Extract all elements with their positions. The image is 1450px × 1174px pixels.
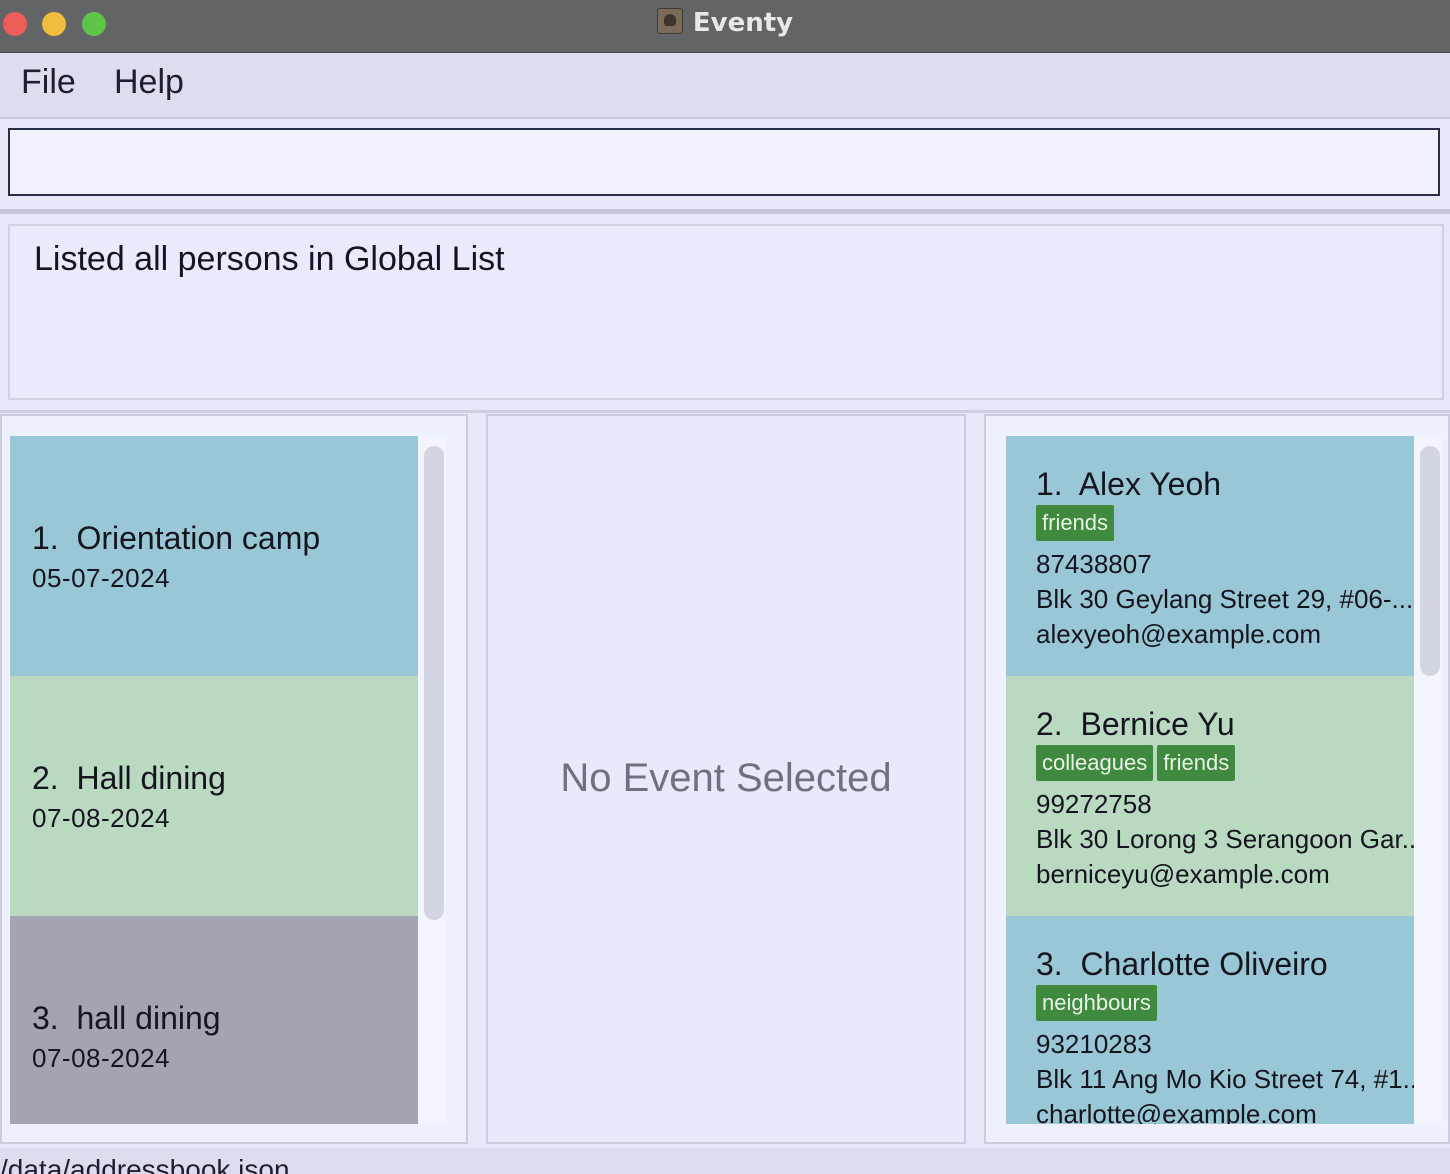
person-address: Blk 30 Lorong 3 Serangoon Gar... — [1036, 824, 1414, 854]
save-file-path: /data/addressbook.json — [0, 1154, 290, 1174]
person-card[interactable]: 2. Bernice Yu colleagues friends 99272758… — [1006, 676, 1414, 916]
command-area — [0, 119, 1450, 211]
result-display: Listed all persons in Global List — [8, 224, 1444, 400]
event-date: 05-07-2024 — [32, 563, 170, 593]
tag: friends — [1036, 505, 1115, 541]
person-address: Blk 30 Geylang Street 29, #06-... — [1036, 584, 1414, 614]
menu-bar: File Help — [0, 53, 1450, 119]
divider — [0, 410, 1450, 413]
event-list-panel: 1. Orientation camp 05-07-2024 2. Hall d… — [0, 414, 468, 1144]
event-card[interactable]: 1. Orientation camp 05-07-2024 — [10, 436, 418, 676]
menu-help[interactable]: Help — [114, 63, 184, 102]
scrollbar-thumb[interactable] — [424, 446, 444, 920]
person-name: 3. Charlotte Oliveiro — [1036, 946, 1328, 982]
tag-list: neighbours — [1036, 985, 1414, 1025]
event-title: 3. hall dining — [32, 1000, 221, 1036]
tag: neighbours — [1036, 985, 1157, 1021]
window-title-group: Eventy — [0, 8, 1450, 38]
person-address: Blk 11 Ang Mo Kio Street 74, #1... — [1036, 1064, 1414, 1094]
result-message: Listed all persons in Global List — [34, 240, 505, 278]
event-date: 07-08-2024 — [32, 803, 170, 833]
window-titlebar: Eventy — [0, 0, 1450, 53]
status-bar: /data/addressbook.json — [0, 1148, 1450, 1174]
person-list-scrollbar[interactable] — [1414, 436, 1442, 1124]
event-list-scrollbar[interactable] — [418, 436, 446, 1124]
tag-list: colleagues friends — [1036, 745, 1414, 785]
app-icon — [656, 8, 683, 34]
person-list[interactable]: 1. Alex Yeoh friends 87438807 Blk 30 Gey… — [1006, 436, 1414, 1124]
person-name: 1. Alex Yeoh — [1036, 466, 1222, 502]
person-list-panel: 1. Alex Yeoh friends 87438807 Blk 30 Gey… — [984, 414, 1450, 1144]
no-event-selected-label: No Event Selected — [560, 756, 892, 800]
menu-file[interactable]: File — [21, 63, 76, 102]
event-card[interactable]: 3. hall dining 07-08-2024 — [10, 916, 418, 1124]
event-title: 1. Orientation camp — [32, 520, 321, 556]
person-card[interactable]: 3. Charlotte Oliveiro neighbours 9321028… — [1006, 916, 1414, 1124]
command-input[interactable] — [8, 128, 1440, 196]
event-title: 2. Hall dining — [32, 760, 226, 796]
event-date: 07-08-2024 — [32, 1043, 170, 1073]
event-detail-panel: No Event Selected — [486, 414, 966, 1144]
scrollbar-thumb[interactable] — [1420, 446, 1440, 676]
person-card[interactable]: 1. Alex Yeoh friends 87438807 Blk 30 Gey… — [1006, 436, 1414, 676]
person-email: charlotte@example.com — [1036, 1099, 1317, 1124]
tag-list: friends — [1036, 505, 1414, 545]
event-card[interactable]: 2. Hall dining 07-08-2024 — [10, 676, 418, 916]
event-list[interactable]: 1. Orientation camp 05-07-2024 2. Hall d… — [10, 436, 418, 1124]
person-phone: 87438807 — [1036, 549, 1152, 579]
person-name: 2. Bernice Yu — [1036, 706, 1235, 742]
person-phone: 93210283 — [1036, 1029, 1152, 1059]
person-email: alexyeoh@example.com — [1036, 619, 1322, 649]
window-title: Eventy — [692, 8, 794, 38]
person-phone: 99272758 — [1036, 789, 1152, 819]
divider — [0, 209, 1450, 214]
person-email: berniceyu@example.com — [1036, 859, 1330, 889]
tag: friends — [1157, 745, 1236, 781]
tag: colleagues — [1036, 745, 1154, 781]
